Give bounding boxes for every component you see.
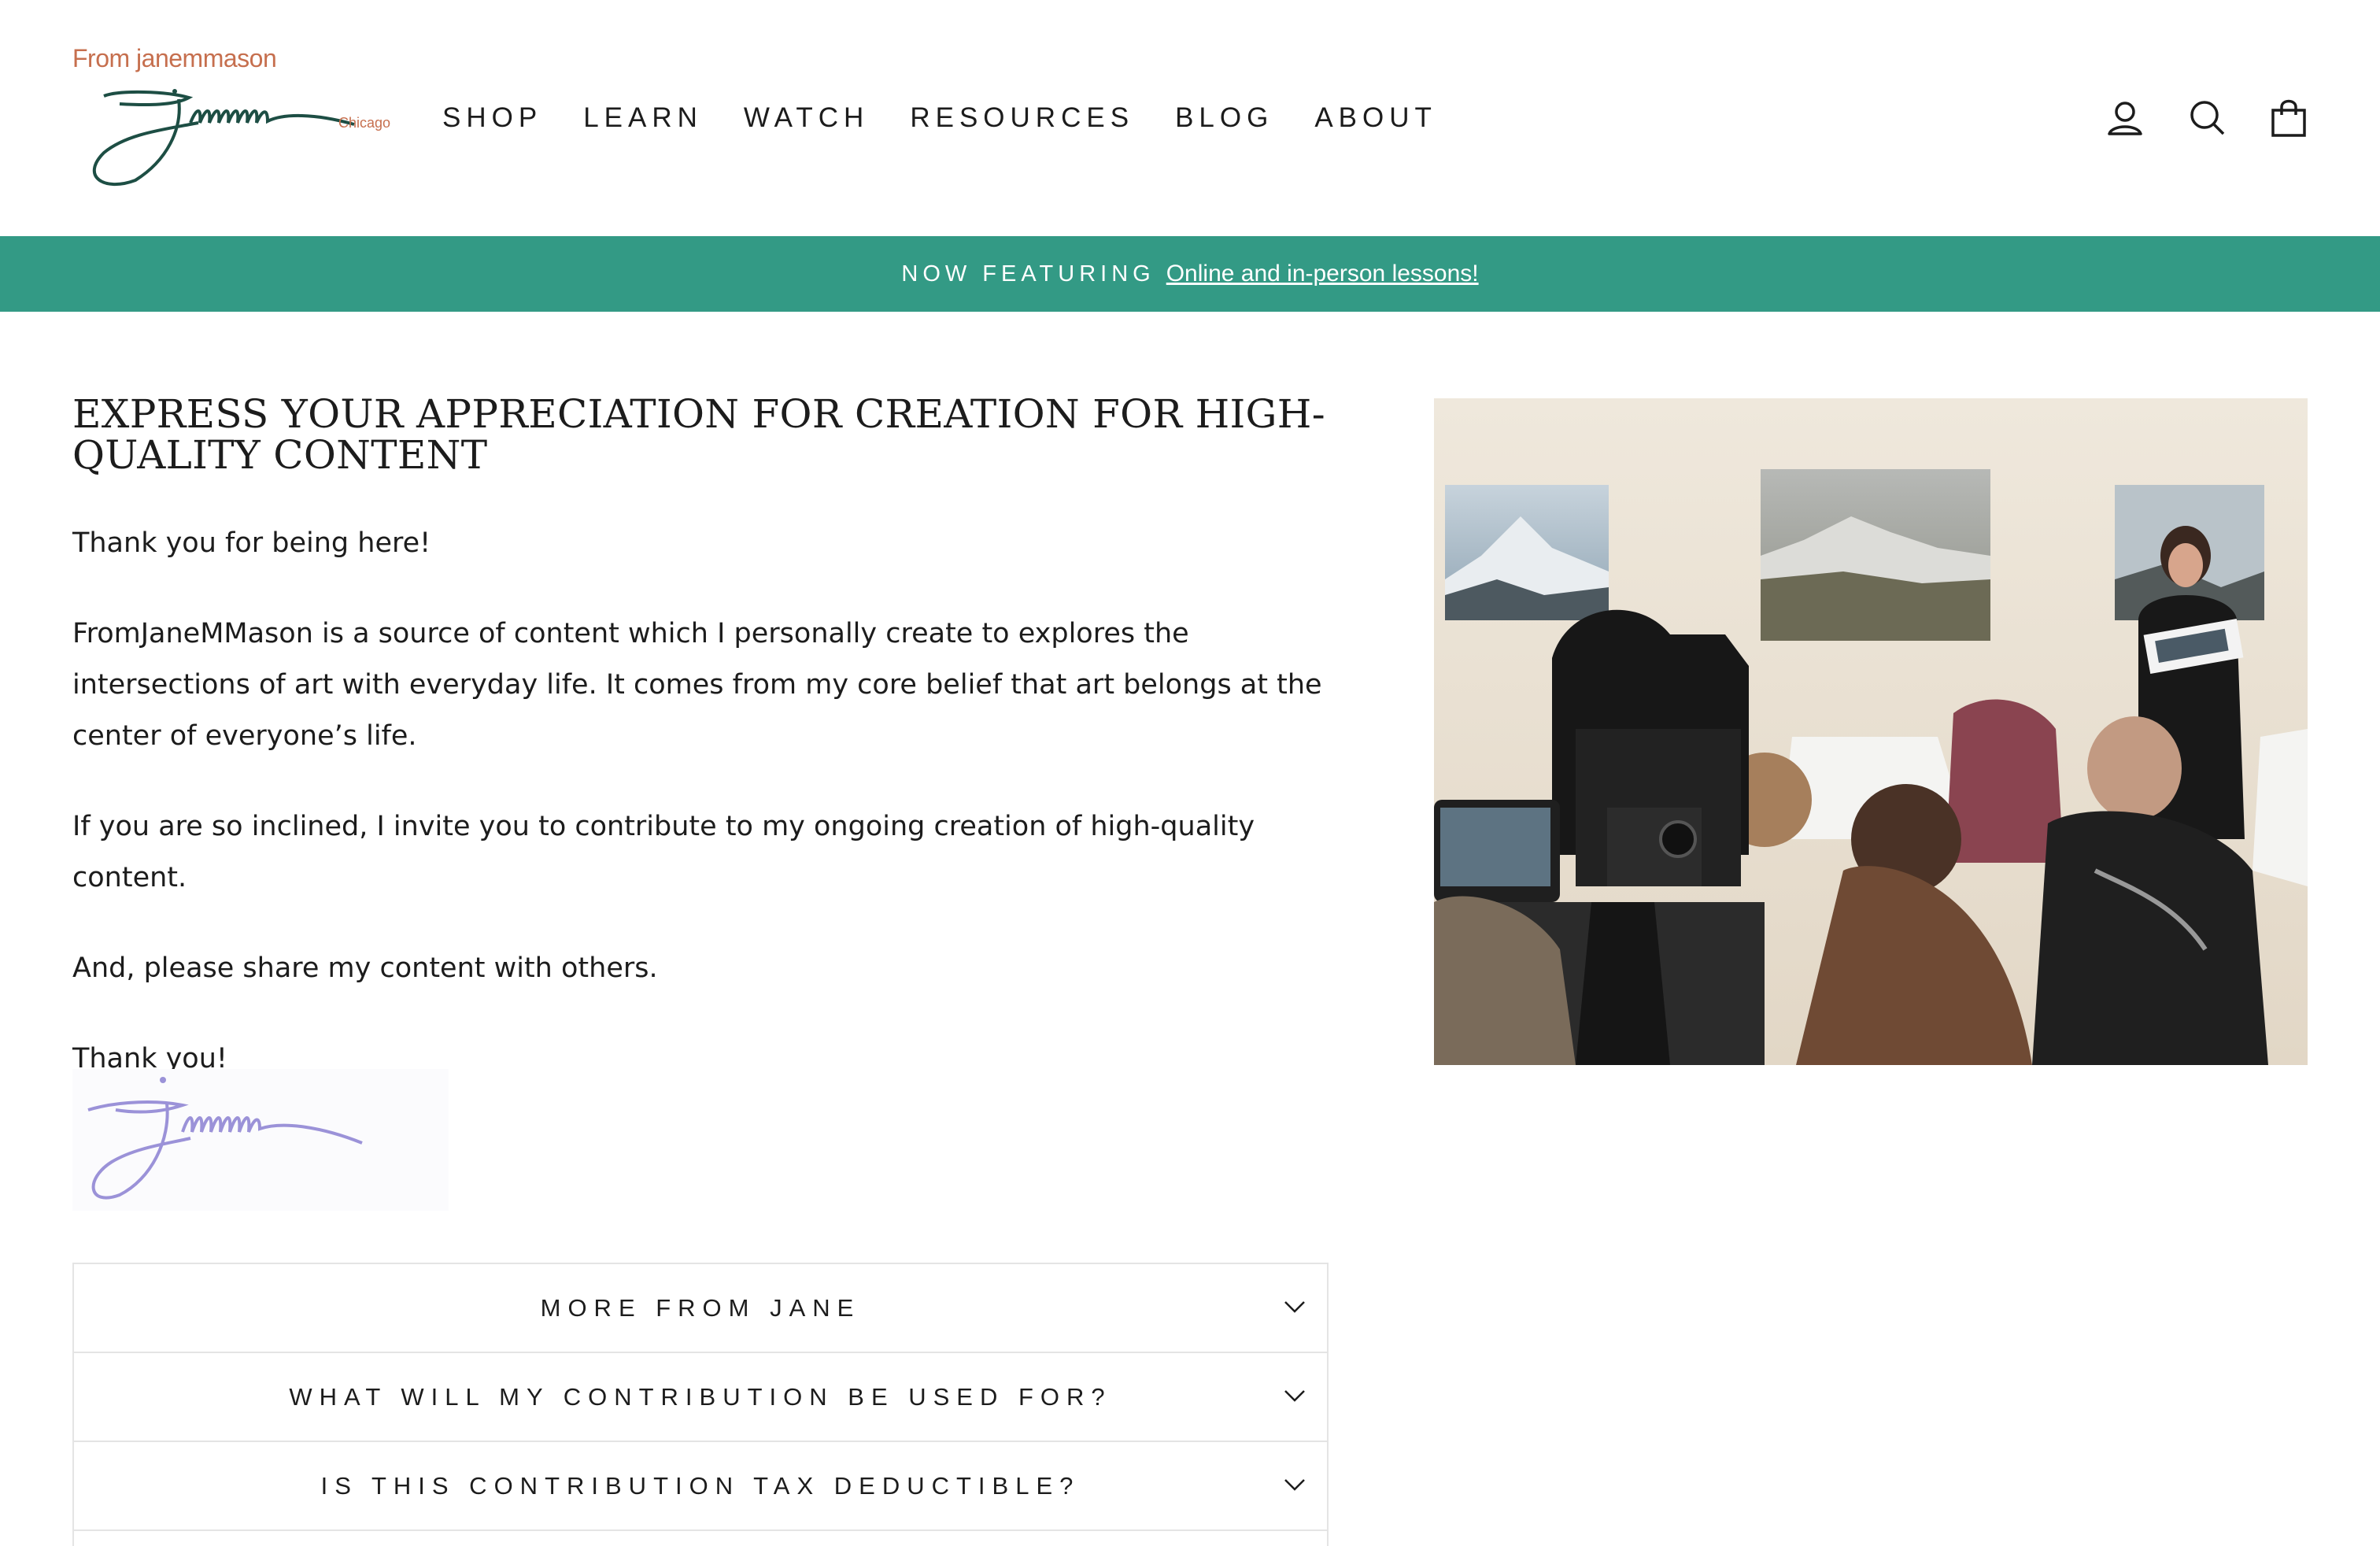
logo-brand-text: From janemmason bbox=[72, 44, 277, 72]
chevron-down-icon bbox=[1284, 1390, 1305, 1402]
page-title: EXPRESS YOUR APPRECIATION FOR CREATION F… bbox=[72, 391, 1325, 478]
header-actions bbox=[2106, 98, 2308, 139]
search-icon[interactable] bbox=[2188, 98, 2226, 139]
body-paragraph: Thank you for being here! bbox=[72, 527, 431, 559]
gallery-event-photo bbox=[1434, 398, 2308, 1065]
nav-item-resources[interactable]: RESOURCES bbox=[910, 101, 1134, 135]
accordion-item-more-from-jane[interactable]: MORE FROM JANE bbox=[74, 1264, 1327, 1353]
gallery-photo-illustration bbox=[1434, 398, 2308, 1065]
faq-accordion: MORE FROM JANE WHAT WILL MY CONTRIBUTION… bbox=[72, 1263, 1329, 1546]
nav-item-watch[interactable]: WATCH bbox=[744, 101, 869, 135]
content-column: EXPRESS YOUR APPRECIATION FOR CREATION F… bbox=[72, 394, 1329, 1085]
signature-icon bbox=[87, 1077, 363, 1200]
accordion-label: WHAT WILL MY CONTRIBUTION BE USED FOR? bbox=[289, 1382, 1112, 1411]
accordion-item-tax-deductible[interactable]: IS THIS CONTRIBUTION TAX DEDUCTIBLE? bbox=[74, 1442, 1327, 1531]
site-logo[interactable]: From janemmason Chicago bbox=[72, 44, 395, 194]
signature-image bbox=[72, 1069, 449, 1211]
account-icon[interactable] bbox=[2106, 98, 2144, 139]
body-paragraph: FromJaneMMason is a source of content wh… bbox=[72, 618, 1322, 752]
nav-item-learn[interactable]: LEARN bbox=[583, 101, 703, 135]
logo-city-text: Chicago bbox=[338, 115, 391, 131]
cart-icon[interactable] bbox=[2270, 98, 2308, 139]
announcement-bar: NOW FEATURING Online and in-person lesso… bbox=[0, 236, 2380, 312]
body-paragraph: And, please share my content with others… bbox=[72, 952, 658, 984]
chevron-down-icon bbox=[1284, 1301, 1305, 1313]
accordion-item-contribution-use[interactable]: WHAT WILL MY CONTRIBUTION BE USED FOR? bbox=[74, 1353, 1327, 1442]
accordion-label: MORE FROM JANE bbox=[540, 1293, 861, 1322]
banner-link[interactable]: Online and in-person lessons! bbox=[1166, 261, 1479, 287]
accordion-label: IS THIS CONTRIBUTION TAX DEDUCTIBLE? bbox=[320, 1471, 1081, 1500]
nav-item-shop[interactable]: SHOP bbox=[442, 101, 542, 135]
chevron-down-icon bbox=[1284, 1479, 1305, 1491]
accordion-item-partial[interactable] bbox=[74, 1531, 1327, 1546]
nav-item-blog[interactable]: BLOG bbox=[1175, 101, 1273, 135]
signature-logo-icon bbox=[92, 89, 355, 187]
main-nav: SHOP LEARN WATCH RESOURCES BLOG ABOUT bbox=[442, 101, 1478, 135]
site-header: From janemmason Chicago SHOP LEARN WATCH… bbox=[0, 0, 2380, 236]
banner-label: NOW FEATURING bbox=[901, 261, 1155, 287]
nav-item-about[interactable]: ABOUT bbox=[1314, 101, 1437, 135]
body-paragraph: If you are so inclined, I invite you to … bbox=[72, 811, 1255, 893]
